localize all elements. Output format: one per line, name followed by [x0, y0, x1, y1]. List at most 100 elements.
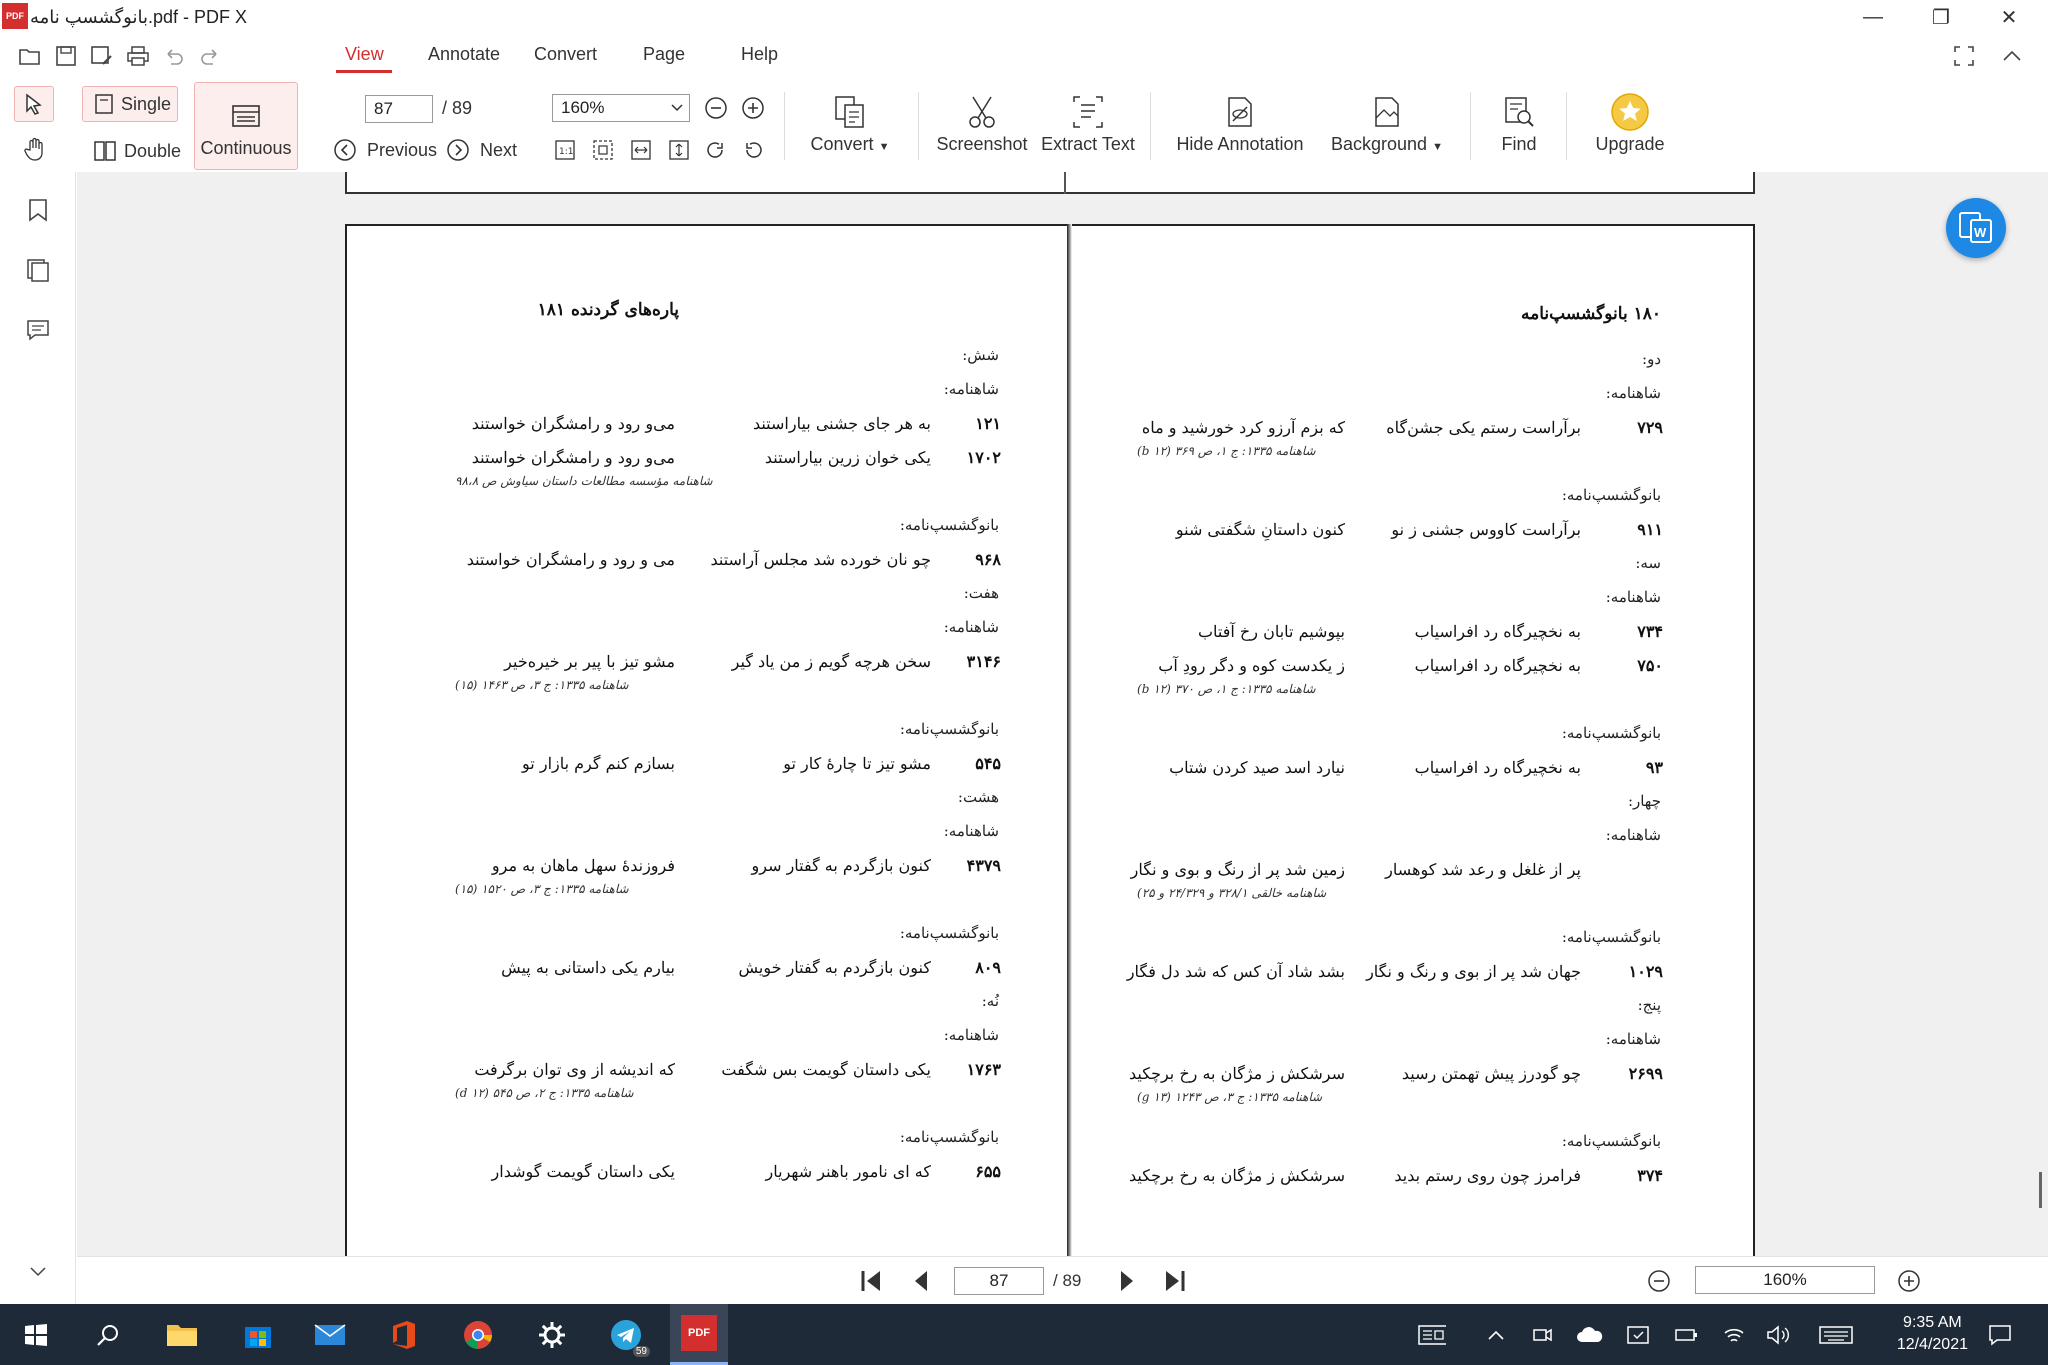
- menu-help[interactable]: Help: [741, 44, 778, 65]
- bottom-page-input[interactable]: 87: [954, 1267, 1044, 1295]
- background-button[interactable]: Background ▼: [1328, 90, 1446, 155]
- document-viewer[interactable]: پاره‌های گردنده ۱۸۱ شش: شاهنامه: ۱۲۱ به هر …: [77, 172, 2048, 1256]
- thumbnails-icon[interactable]: [24, 256, 52, 284]
- single-page-icon: [95, 94, 113, 114]
- menu-view[interactable]: View: [345, 44, 384, 65]
- extract-text-button[interactable]: Extract Text: [1040, 90, 1136, 155]
- continuous-button[interactable]: Continuous: [194, 82, 298, 170]
- windows-start-icon[interactable]: [16, 1315, 56, 1355]
- second-hemistich: بپوشیم تابان رخ آفتاب: [1197, 622, 1345, 641]
- convert-to-word-button[interactable]: W: [1946, 198, 2006, 258]
- zoom-out-icon[interactable]: [1645, 1267, 1673, 1295]
- actual-size-icon[interactable]: 1:1: [555, 140, 575, 160]
- redo-icon[interactable]: [196, 42, 224, 70]
- file-explorer-icon[interactable]: [162, 1315, 202, 1355]
- settings-gear-icon[interactable]: [532, 1315, 572, 1355]
- svg-text:W: W: [1974, 225, 1987, 240]
- first-page-icon[interactable]: [857, 1267, 885, 1295]
- hide-annotation-button[interactable]: Hide Annotation: [1168, 90, 1312, 155]
- single-page-button[interactable]: Single: [82, 86, 178, 122]
- keyboard-icon[interactable]: [1818, 1322, 1854, 1348]
- page-number-input[interactable]: 87: [365, 95, 433, 123]
- undo-icon[interactable]: [160, 42, 188, 70]
- section-label: بانوگشسپ‌نامه:: [1561, 486, 1661, 504]
- chevron-down-icon[interactable]: [24, 1258, 52, 1286]
- select-tool-button[interactable]: [14, 86, 54, 122]
- minimize-button[interactable]: —: [1843, 0, 1903, 34]
- fit-height-icon[interactable]: [669, 140, 689, 160]
- onedrive-icon[interactable]: [1576, 1322, 1604, 1348]
- first-hemistich: چو گودرز پیش تهمتن رسید: [1401, 1064, 1581, 1083]
- clock-date: 12/4/2021: [1896, 1336, 1968, 1353]
- continuous-icon: [232, 104, 260, 127]
- upgrade-button[interactable]: Upgrade: [1590, 90, 1670, 155]
- meet-now-icon[interactable]: [1528, 1322, 1556, 1348]
- fit-page-icon[interactable]: [593, 140, 613, 160]
- zoom-in-icon[interactable]: [1895, 1267, 1923, 1295]
- system-clock[interactable]: 9:35 AM 12/4/2021: [1897, 1312, 1968, 1356]
- fit-width-icon[interactable]: [631, 140, 651, 160]
- menu-annotate[interactable]: Annotate: [428, 44, 500, 65]
- rotate-counterclockwise-icon[interactable]: [742, 140, 764, 160]
- fullscreen-icon[interactable]: [1950, 42, 1978, 70]
- battery-icon[interactable]: [1672, 1322, 1700, 1348]
- zoom-out-button[interactable]: [704, 96, 728, 120]
- pdfx-taskbar-button[interactable]: PDF: [670, 1304, 728, 1365]
- news-icon[interactable]: [1418, 1322, 1446, 1348]
- convert-button[interactable]: Convert ▼: [808, 90, 892, 155]
- save-as-icon[interactable]: [88, 42, 116, 70]
- telegram-icon[interactable]: 59: [606, 1315, 650, 1357]
- save-icon[interactable]: [52, 42, 80, 70]
- menu-convert[interactable]: Convert: [534, 44, 597, 65]
- convert-label: Convert ▼: [810, 134, 890, 154]
- active-menu-indicator: [336, 70, 392, 73]
- rotate-clockwise-icon[interactable]: [705, 140, 727, 160]
- previous-page-button[interactable]: Previous: [333, 136, 437, 164]
- office-icon[interactable]: [384, 1315, 424, 1355]
- collapse-ribbon-icon[interactable]: [1998, 42, 2026, 70]
- mail-icon[interactable]: [310, 1315, 350, 1355]
- chrome-icon[interactable]: [458, 1315, 498, 1355]
- bottom-zoom-input[interactable]: 160%: [1695, 1266, 1875, 1294]
- zoom-select[interactable]: 160%: [552, 94, 690, 122]
- previous-page-icon[interactable]: [907, 1267, 935, 1295]
- zoom-in-button[interactable]: [741, 96, 765, 120]
- word-convert-icon: W: [1959, 212, 1992, 243]
- microsoft-store-icon[interactable]: [238, 1315, 278, 1355]
- print-icon[interactable]: [124, 42, 152, 70]
- wifi-icon[interactable]: [1720, 1322, 1748, 1348]
- close-button[interactable]: ✕: [1979, 0, 2039, 34]
- convert-icon: [835, 96, 864, 128]
- next-page-icon[interactable]: [1113, 1267, 1141, 1295]
- open-file-icon[interactable]: [16, 42, 44, 70]
- section-label: دو:: [1642, 350, 1661, 368]
- restore-button[interactable]: ❐: [1911, 0, 1971, 34]
- hand-tool-button[interactable]: [20, 134, 50, 164]
- verse-number: ۹۱۱: [1637, 520, 1663, 539]
- section-label: بانوگشسپ‌نامه:: [899, 720, 999, 738]
- first-hemistich: به هر جای جشنی بیاراستند: [752, 414, 931, 433]
- screenshot-button[interactable]: Screenshot: [936, 90, 1028, 155]
- chevron-up-icon[interactable]: [1482, 1322, 1510, 1348]
- notifications-icon[interactable]: [1986, 1322, 2014, 1348]
- scrollbar-thumb[interactable]: [2039, 1172, 2042, 1208]
- find-button[interactable]: Find: [1494, 90, 1544, 155]
- single-page-label: Single: [121, 93, 172, 114]
- second-hemistich: نیارد اسد صید کردن شتاب: [1169, 758, 1345, 777]
- security-icon[interactable]: [1624, 1322, 1652, 1348]
- comments-icon[interactable]: [24, 316, 52, 344]
- volume-icon[interactable]: [1764, 1322, 1792, 1348]
- bookmark-icon[interactable]: [24, 196, 52, 224]
- verse-number: ۱۰۲۹: [1628, 962, 1663, 981]
- first-hemistich: به نخچیرگاه رد افراسیاب: [1414, 758, 1581, 777]
- last-page-icon[interactable]: [1161, 1267, 1189, 1295]
- search-icon[interactable]: [88, 1315, 128, 1355]
- verse-line: ۴۳۷۹ کنون بازگردم به گفتار سرو فروزندهٔ سه…: [455, 856, 1001, 882]
- background-icon: [1375, 97, 1399, 127]
- next-page-button[interactable]: Next: [446, 136, 517, 164]
- verse-line: ۷۵۰ به نخچیرگاه رد افراسیاب ز یکدست کوه و …: [1137, 656, 1663, 682]
- book-spine: [1067, 224, 1072, 1256]
- menu-page[interactable]: Page: [643, 44, 685, 65]
- screenshot-label: Screenshot: [936, 134, 1028, 154]
- double-page-button[interactable]: Double: [94, 136, 181, 166]
